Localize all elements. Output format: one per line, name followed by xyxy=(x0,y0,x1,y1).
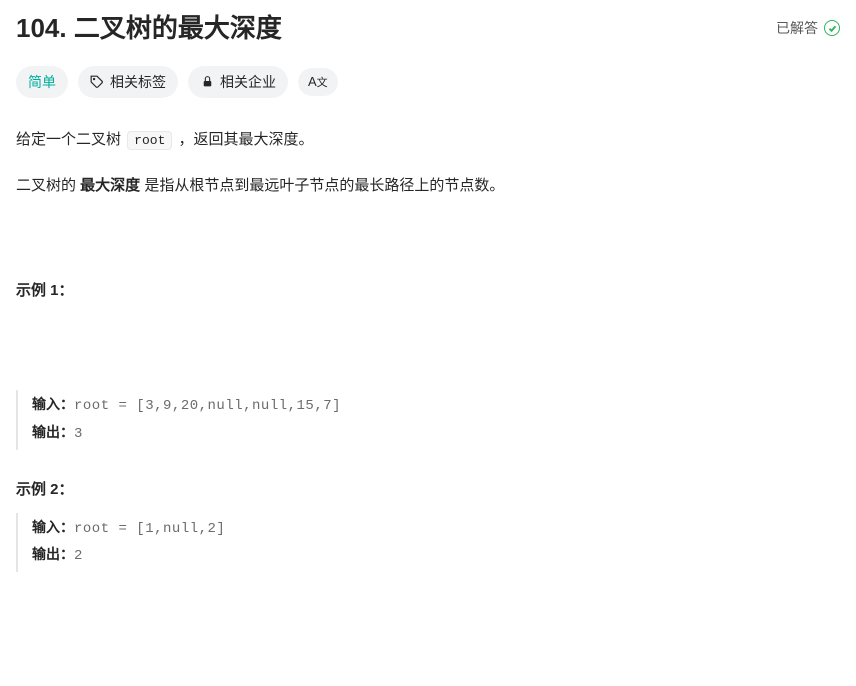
related-tags-button[interactable]: 相关标签 xyxy=(78,66,178,98)
difficulty-tag[interactable]: 简单 xyxy=(16,66,68,98)
example-1-input-value: root = [3,9,20,null,null,15,7] xyxy=(74,398,341,414)
spacer xyxy=(16,219,840,279)
translate-button[interactable]: A文 xyxy=(298,68,338,96)
example-2-output-label: 输出： xyxy=(32,546,74,562)
example-1-input-label: 输入： xyxy=(32,396,74,412)
tags-row: 简单 相关标签 相关企业 A文 xyxy=(16,66,840,98)
inline-code-root: root xyxy=(127,131,172,150)
difficulty-label: 简单 xyxy=(28,72,56,92)
check-circle-icon xyxy=(824,20,840,36)
example-2-output-value: 2 xyxy=(74,548,83,564)
description-line-1: 给定一个二叉树 root ，返回其最大深度。 xyxy=(16,126,840,155)
desc2-bold: 最大深度 xyxy=(80,177,140,194)
example-1-heading: 示例 1： xyxy=(16,279,840,300)
example-2-block: 输入：root = [1,null,2] 输出：2 xyxy=(16,513,840,573)
example-2-input-label: 输入： xyxy=(32,519,74,535)
solved-status: 已解答 xyxy=(776,12,840,38)
problem-header: 104. 二叉树的最大深度 已解答 xyxy=(16,12,840,46)
example-2-output: 输出：2 xyxy=(32,542,840,570)
translate-label: A文 xyxy=(308,74,328,90)
desc2-suffix: 是指从根节点到最远叶子节点的最长路径上的节点数。 xyxy=(140,177,504,194)
description-line-2: 二叉树的 最大深度 是指从根节点到最远叶子节点的最长路径上的节点数。 xyxy=(16,172,840,201)
tag-icon xyxy=(90,75,104,89)
desc1-suffix: ，返回其最大深度。 xyxy=(174,131,313,148)
example-2-heading: 示例 2： xyxy=(16,478,840,499)
example-1-output-label: 输出： xyxy=(32,424,74,440)
example-1-output: 输出：3 xyxy=(32,420,840,448)
problem-title: 104. 二叉树的最大深度 xyxy=(16,12,282,46)
problem-title-text: 二叉树的最大深度 xyxy=(74,13,282,43)
related-companies-button[interactable]: 相关企业 xyxy=(188,66,288,98)
example-2-input: 输入：root = [1,null,2] xyxy=(32,515,840,543)
example-2-input-value: root = [1,null,2] xyxy=(74,521,225,537)
example-1-block: 输入：root = [3,9,20,null,null,15,7] 输出：3 xyxy=(16,390,840,450)
example-1-output-value: 3 xyxy=(74,426,83,442)
solved-label: 已解答 xyxy=(776,18,818,38)
related-companies-label: 相关企业 xyxy=(220,72,276,92)
desc2-prefix: 二叉树的 xyxy=(16,177,80,194)
desc1-prefix: 给定一个二叉树 xyxy=(16,131,125,148)
example-1-input: 输入：root = [3,9,20,null,null,15,7] xyxy=(32,392,840,420)
problem-number: 104. xyxy=(16,13,67,43)
lock-icon xyxy=(200,75,214,89)
related-tags-label: 相关标签 xyxy=(110,72,166,92)
